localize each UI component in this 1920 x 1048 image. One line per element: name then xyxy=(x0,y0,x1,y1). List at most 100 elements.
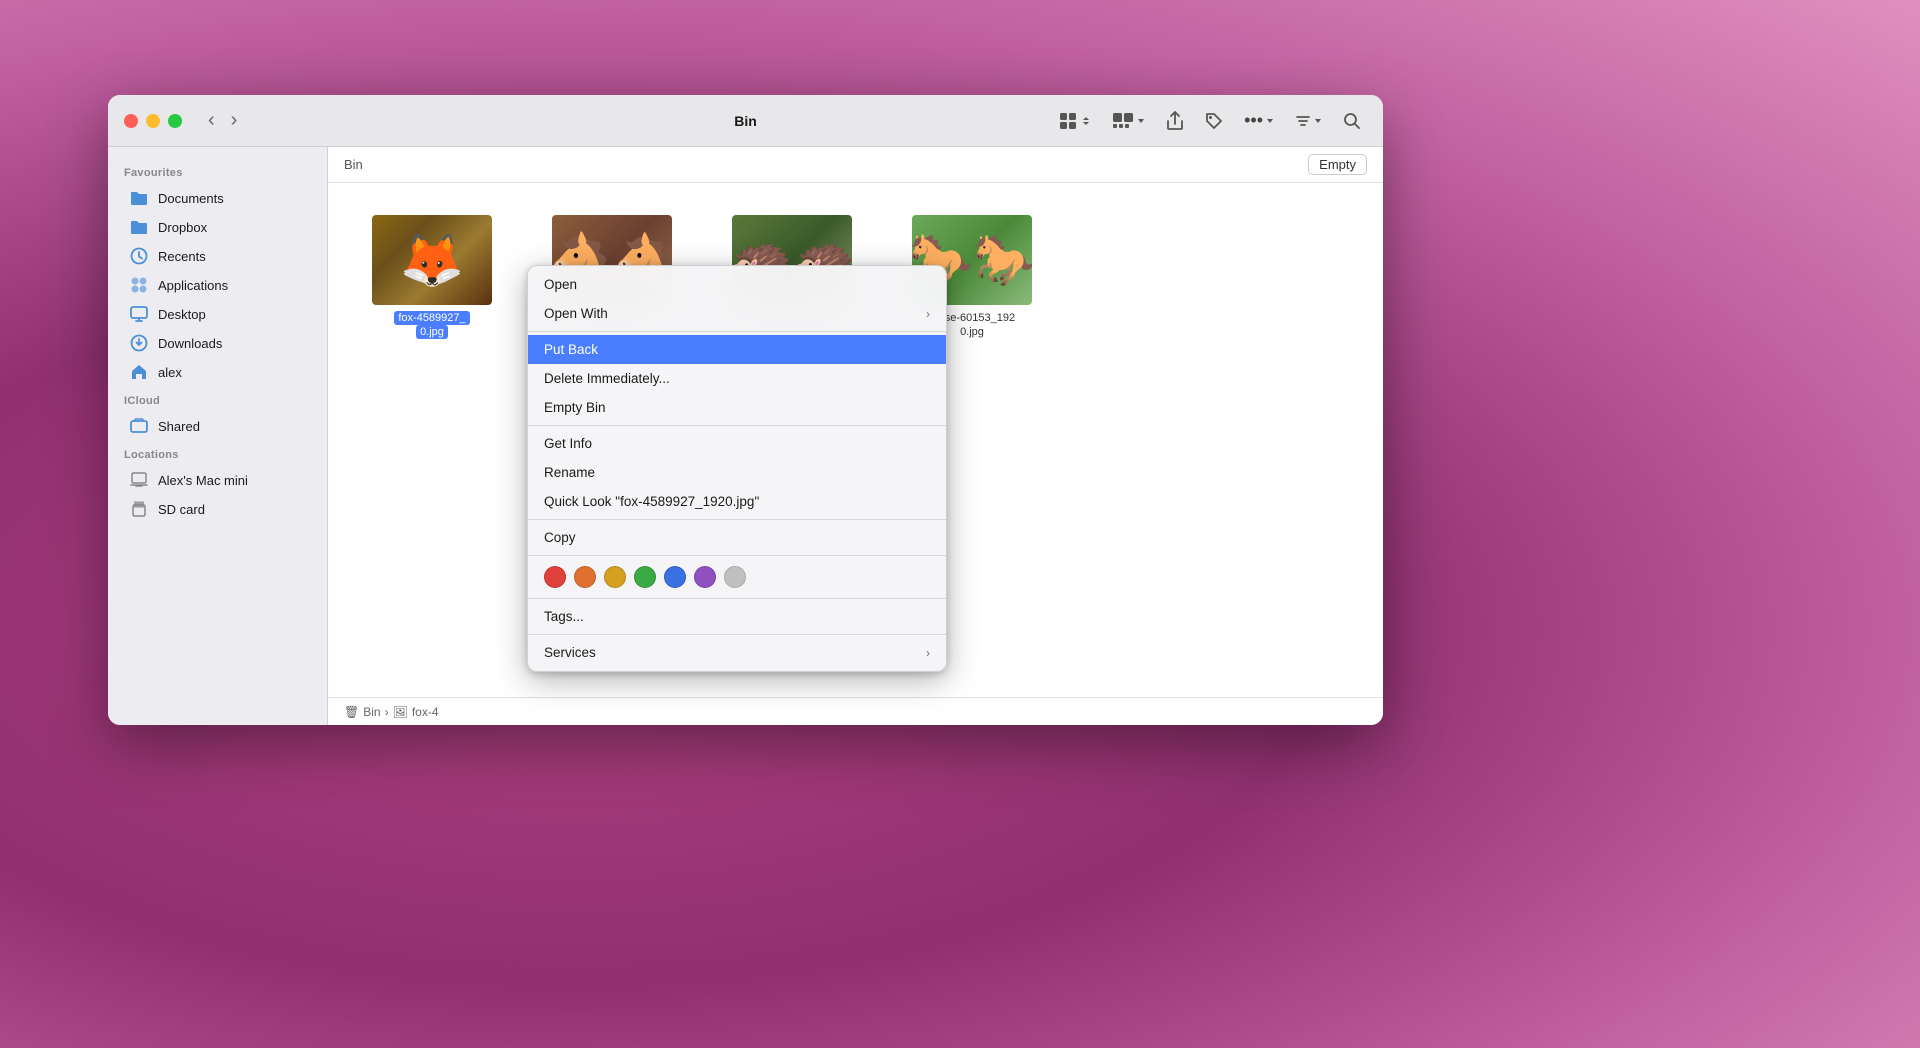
status-separator: › xyxy=(385,705,389,719)
status-path: Bin xyxy=(363,705,380,719)
recents-icon xyxy=(130,247,148,265)
cm-put-back-label: Put Back xyxy=(544,342,598,357)
title-bar: ‹ › Bin xyxy=(108,95,1383,147)
sidebar-item-recents[interactable]: Recents xyxy=(114,242,321,270)
status-icon-file: 🖼 xyxy=(393,705,408,719)
window-title: Bin xyxy=(734,113,757,129)
sidebar-item-applications[interactable]: Applications xyxy=(114,271,321,299)
cm-divider-4 xyxy=(528,555,946,556)
color-orange[interactable] xyxy=(574,566,596,588)
color-red[interactable] xyxy=(544,566,566,588)
cm-tags[interactable]: Tags... xyxy=(528,602,946,631)
maximize-button[interactable] xyxy=(168,114,182,128)
cm-get-info[interactable]: Get Info xyxy=(528,429,946,458)
cm-divider-1 xyxy=(528,331,946,332)
cm-delete-immediately[interactable]: Delete Immediately... xyxy=(528,364,946,393)
context-menu: Open Open With › Put Back Delete Immedia… xyxy=(527,265,947,672)
sd-icon xyxy=(130,500,148,518)
dropbox-label: Dropbox xyxy=(158,220,207,235)
ellipsis-icon: ••• xyxy=(1244,110,1263,131)
dropbox-icon xyxy=(130,218,148,236)
cm-open-with-arrow: › xyxy=(926,307,930,321)
tag-button[interactable] xyxy=(1198,107,1230,135)
chevron-down-icon xyxy=(1136,116,1146,126)
documents-label: Documents xyxy=(158,191,224,206)
more-chevron-icon xyxy=(1265,116,1275,126)
sidebar-item-dropbox[interactable]: Dropbox xyxy=(114,213,321,241)
cm-services-arrow: › xyxy=(926,646,930,660)
cm-delete-label: Delete Immediately... xyxy=(544,371,670,386)
fox-filename: fox-4589927_ 0.jpg xyxy=(394,311,469,340)
cm-open[interactable]: Open xyxy=(528,270,946,299)
desktop-label: Desktop xyxy=(158,307,206,322)
recents-label: Recents xyxy=(158,249,206,264)
cm-rename[interactable]: Rename xyxy=(528,458,946,487)
cm-rename-label: Rename xyxy=(544,465,595,480)
cm-colors xyxy=(528,559,946,595)
share-button[interactable] xyxy=(1160,107,1190,135)
view-grid-button[interactable] xyxy=(1052,107,1098,135)
sidebar-item-downloads[interactable]: Downloads xyxy=(114,329,321,357)
cm-quick-look[interactable]: Quick Look "fox-4589927_1920.jpg" xyxy=(528,487,946,516)
fox-filename-selected2: 0.jpg xyxy=(416,325,448,339)
search-icon xyxy=(1343,112,1361,130)
locations-section-label: Locations xyxy=(108,441,327,465)
cm-quick-look-label: Quick Look "fox-4589927_1920.jpg" xyxy=(544,494,759,509)
more-button[interactable]: ••• xyxy=(1238,106,1281,135)
color-blue[interactable] xyxy=(664,566,686,588)
cm-divider-5 xyxy=(528,598,946,599)
gallery-view-button[interactable] xyxy=(1106,108,1152,134)
cm-divider-3 xyxy=(528,519,946,520)
cm-empty-bin[interactable]: Empty Bin xyxy=(528,393,946,422)
downloads-label: Downloads xyxy=(158,336,222,351)
color-yellow[interactable] xyxy=(604,566,626,588)
cm-open-with[interactable]: Open With › xyxy=(528,299,946,328)
cm-empty-bin-label: Empty Bin xyxy=(544,400,606,415)
empty-button[interactable]: Empty xyxy=(1308,154,1367,175)
close-button[interactable] xyxy=(124,114,138,128)
sidebar-item-desktop[interactable]: Desktop xyxy=(114,300,321,328)
breadcrumb: Bin xyxy=(344,157,363,172)
shared-label: Shared xyxy=(158,419,200,434)
grid-icon xyxy=(1058,111,1078,131)
file-item-fox[interactable]: 🦊 fox-4589927_ 0.jpg xyxy=(352,207,512,348)
sort-button[interactable] xyxy=(1289,109,1329,133)
minimize-button[interactable] xyxy=(146,114,160,128)
cm-copy-label: Copy xyxy=(544,530,576,545)
sidebar-item-home[interactable]: alex xyxy=(114,358,321,386)
breadcrumb-bar: Bin Empty xyxy=(328,147,1383,183)
gallery-icon xyxy=(1112,112,1134,130)
cm-services-label: Services xyxy=(544,645,596,660)
search-button[interactable] xyxy=(1337,108,1367,134)
downloads-icon xyxy=(130,334,148,352)
home-icon xyxy=(130,363,148,381)
sidebar-item-documents[interactable]: Documents xyxy=(114,184,321,212)
chevron-up-down-icon xyxy=(1080,115,1092,127)
sidebar-item-sd[interactable]: SD card xyxy=(114,495,321,523)
cm-copy[interactable]: Copy xyxy=(528,523,946,552)
applications-icon xyxy=(130,276,148,294)
folder-icon xyxy=(130,189,148,207)
color-purple[interactable] xyxy=(694,566,716,588)
cm-services[interactable]: Services › xyxy=(528,638,946,667)
cm-open-with-label: Open With xyxy=(544,306,608,321)
nav-buttons: ‹ › xyxy=(202,105,243,136)
cm-tags-label: Tags... xyxy=(544,609,584,624)
color-green[interactable] xyxy=(634,566,656,588)
mac-label: Alex's Mac mini xyxy=(158,473,248,488)
cm-put-back[interactable]: Put Back xyxy=(528,335,946,364)
toolbar-right: ••• xyxy=(1052,106,1367,135)
color-gray[interactable] xyxy=(724,566,746,588)
icloud-section-label: iCloud xyxy=(108,387,327,411)
sidebar-item-shared[interactable]: Shared xyxy=(114,412,321,440)
bin-icon-status: 🗑 xyxy=(344,705,359,719)
status-bar: 🗑 Bin › 🖼 fox-4 xyxy=(328,697,1383,725)
shared-icon xyxy=(130,417,148,435)
sort-icon xyxy=(1295,113,1311,129)
sidebar-item-mac[interactable]: Alex's Mac mini xyxy=(114,466,321,494)
back-button[interactable]: ‹ xyxy=(202,105,221,136)
forward-button[interactable]: › xyxy=(225,105,244,136)
desktop-icon xyxy=(130,305,148,323)
mac-icon xyxy=(130,471,148,489)
share-icon xyxy=(1166,111,1184,131)
